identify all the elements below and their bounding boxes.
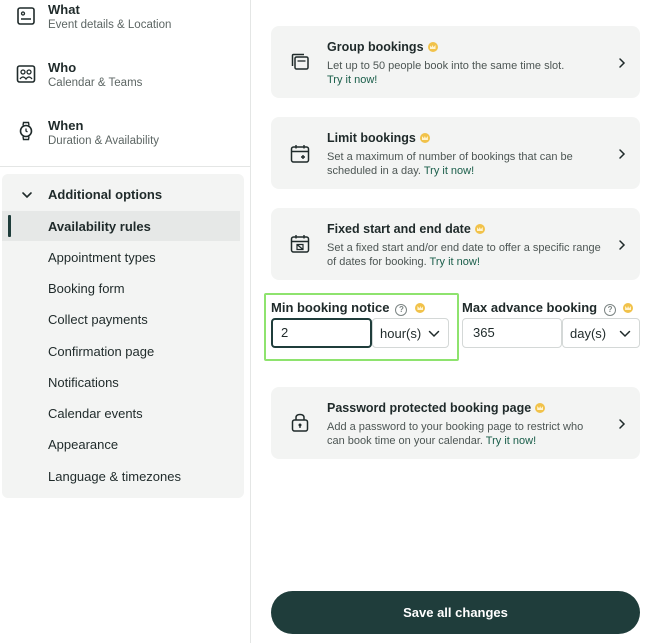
try-it-now-link[interactable]: Try it now! [430, 256, 480, 268]
sidebar-item-collect-payments[interactable]: Collect payments [2, 304, 240, 334]
feature-card-group-bookings[interactable]: Group bookings Let up to 50 people book … [271, 26, 640, 98]
min-booking-notice-input[interactable]: 2 [271, 318, 372, 348]
chevron-right-icon [619, 240, 626, 250]
min-booking-notice-unit-select[interactable]: hour(s) [372, 318, 449, 348]
crown-icon [419, 133, 430, 143]
card-title: Group bookings [327, 40, 438, 54]
feature-card-limit-bookings[interactable]: Limit bookings Set a maximum of number o… [271, 117, 640, 189]
watch-icon [19, 121, 33, 141]
sidebar-item-language-timezones[interactable]: Language & timezones [2, 461, 240, 491]
lock-icon [291, 413, 309, 432]
card-title: Password protected booking page [327, 401, 546, 415]
feature-card-fixed-start-end-date[interactable]: Fixed start and end date Set a fixed sta… [271, 208, 640, 280]
section-title: Who [48, 60, 77, 75]
sidebar-item-label: Availability rules [48, 219, 151, 234]
sidebar: What Event details & Location Who Calend… [0, 0, 251, 643]
try-it-now-link[interactable]: Try it now! [327, 74, 377, 86]
sidebar-item-appearance[interactable]: Appearance [2, 429, 240, 459]
save-all-changes-button[interactable]: Save all changes [271, 591, 640, 634]
sidebar-item-label: Collect payments [48, 312, 148, 327]
crown-icon [474, 224, 485, 234]
max-advance-booking-label: Max advance booking? [462, 300, 634, 316]
chevron-right-icon [619, 58, 626, 68]
chevron-down-icon [22, 192, 32, 199]
divider [0, 166, 251, 167]
section-subtitle: Duration & Availability [48, 135, 160, 147]
chevron-right-icon [619, 149, 626, 159]
crown-icon [427, 42, 438, 52]
min-booking-notice-label: Min booking notice? [271, 300, 426, 316]
try-it-now-link[interactable]: Try it now! [486, 435, 536, 447]
calendar-plus-icon [290, 145, 310, 163]
sidebar-item-label: Confirmation page [48, 344, 155, 359]
max-advance-booking-input[interactable]: 365 [462, 318, 562, 348]
section-subtitle: Calendar & Teams [48, 77, 143, 89]
additional-options-title: Additional options [48, 187, 163, 202]
chevron-down-icon [428, 330, 440, 338]
section-subtitle: Event details & Location [48, 19, 172, 31]
sidebar-item-label: Calendar events [48, 406, 143, 421]
calendar-range-icon [290, 235, 310, 253]
section-when[interactable]: When Duration & Availability [0, 116, 250, 166]
section-who[interactable]: Who Calendar & Teams [0, 58, 250, 108]
sidebar-item-notifications[interactable]: Notifications [2, 367, 240, 397]
help-icon[interactable]: ? [395, 304, 408, 316]
card-description: Add a password to your booking page to r… [327, 421, 584, 447]
sidebar-item-label: Appearance [48, 437, 119, 452]
people-icon [16, 65, 36, 83]
card-title: Limit bookings [327, 131, 430, 145]
additional-options-panel: Additional options Availability rules Ap… [2, 174, 244, 498]
crown-icon [415, 303, 426, 313]
chevron-down-icon [619, 330, 631, 338]
sidebar-item-appointment-types[interactable]: Appointment types [2, 242, 240, 272]
sidebar-item-confirmation-page[interactable]: Confirmation page [2, 336, 240, 366]
sidebar-item-availability-rules[interactable]: Availability rules [2, 211, 240, 241]
list-icon [17, 7, 35, 25]
additional-options-toggle[interactable]: Additional options [2, 182, 244, 208]
card-title: Fixed start and end date [327, 222, 485, 236]
chevron-right-icon [619, 419, 626, 429]
max-advance-booking-unit-select[interactable]: day(s) [562, 318, 640, 348]
stack-icon [291, 53, 309, 70]
sidebar-item-label: Booking form [48, 281, 125, 296]
help-icon[interactable]: ? [604, 304, 617, 316]
section-what[interactable]: What Event details & Location [0, 0, 250, 50]
sidebar-item-label: Language & timezones [48, 469, 181, 484]
sidebar-item-label: Appointment types [48, 250, 156, 265]
crown-icon [535, 403, 546, 413]
crown-icon [623, 303, 634, 313]
sidebar-item-booking-form[interactable]: Booking form [2, 273, 240, 303]
sidebar-item-calendar-events[interactable]: Calendar events [2, 398, 240, 428]
section-title: What [48, 2, 80, 17]
card-description: Let up to 50 people book into the same t… [327, 60, 565, 86]
feature-card-password-protected[interactable]: Password protected booking page Add a pa… [271, 387, 640, 459]
card-description: Set a maximum of number of bookings that… [327, 151, 573, 177]
section-title: When [48, 118, 84, 133]
sidebar-item-label: Notifications [48, 375, 119, 390]
unit-select-value: day(s) [570, 326, 607, 341]
unit-select-value: hour(s) [380, 326, 422, 341]
card-description: Set a fixed start and/or end date to off… [327, 242, 601, 268]
try-it-now-link[interactable]: Try it now! [424, 165, 474, 177]
